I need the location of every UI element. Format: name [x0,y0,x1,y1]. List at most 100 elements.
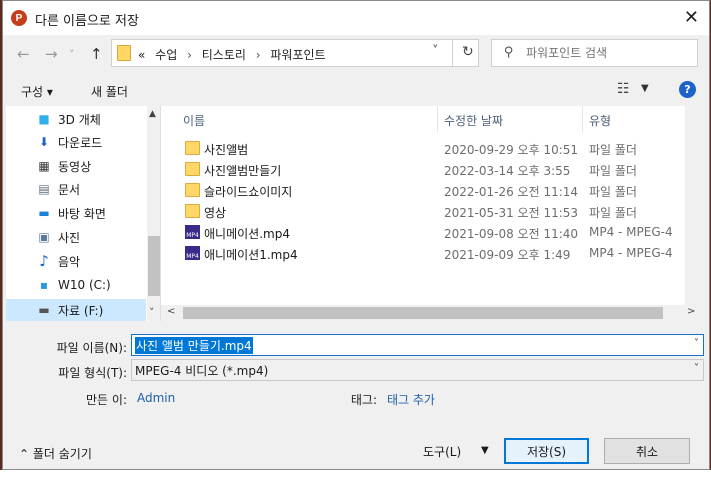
desktop-icon: ▬ [38,206,50,220]
sidebar-item-desktop[interactable]: ▬ 바탕 화면 [6,202,146,224]
scroll-up-icon[interactable]: ▲ [149,109,156,119]
sidebar-item-drive-f[interactable]: ▬ 자료 (F:) [6,299,146,321]
drive-icon: ▬ [38,303,50,317]
scroll-left-icon[interactable]: < [167,306,175,317]
sidebar-item-label: 바탕 화면 [58,206,106,221]
column-header-name[interactable]: 이름 [183,112,205,129]
scroll-down-icon[interactable]: ˅ [149,306,155,319]
background-window-strip [0,470,711,478]
sidebar-item-downloads[interactable]: ⬇ 다운로드 [6,131,146,153]
divider [452,40,453,66]
filename-field[interactable]: 사진 앨범 만들기.mp4 ˅ [131,334,704,356]
file-type: MP4 - MPEG-4 [589,225,673,239]
tools-button[interactable]: 도구(L) [423,443,461,460]
breadcrumb-item[interactable]: 티스토리 [202,48,246,62]
filename-value[interactable]: 사진 앨범 만들기.mp4 [135,337,253,354]
table-row[interactable]: 슬라이드쇼이미지 2022-01-26 오전 11:14 파일 폴더 [161,180,700,201]
column-divider[interactable] [582,106,583,132]
sidebar-item-documents[interactable]: ▤ 문서 [6,178,146,200]
file-name: 사진앨범 [204,143,249,157]
sidebar-item-label: W10 (C:) [58,278,111,292]
recent-locations-chevron-icon[interactable]: ˅ [69,48,75,61]
organize-button[interactable]: 구성 ▾ [21,83,53,100]
search-input[interactable] [526,44,691,62]
cancel-button[interactable]: 취소 [604,438,690,464]
table-row[interactable]: 영상 2021-05-31 오전 11:53 파일 폴더 [161,201,700,222]
address-bar[interactable]: « 수업 › 티스토리 › 파워포인트 ˅ ↻ [111,39,479,67]
author-label: 만든 이: [86,393,127,407]
breadcrumb-separator-icon[interactable]: › [256,48,261,62]
author-value[interactable]: Admin [137,391,175,405]
music-icon: ♪ [39,252,49,270]
table-row[interactable]: 사진앨범 2020-09-29 오후 10:51 파일 폴더 [161,138,700,159]
download-icon: ⬇ [38,135,50,149]
file-name: 슬라이드쇼이미지 [204,185,293,199]
view-dropdown-icon[interactable]: ▼ [641,83,649,94]
breadcrumb-item[interactable]: 수업 [155,48,177,62]
file-type: MP4 - MPEG-4 [589,246,673,260]
sidebar-item-label: 3D 개체 [58,112,101,127]
scrollbar-thumb[interactable] [148,236,160,296]
column-header-type[interactable]: 유형 [589,112,611,129]
sidebar-item-pictures[interactable]: ▣ 사진 [6,226,146,248]
table-row[interactable]: 사진앨범만들기 2022-03-14 오후 3:55 파일 폴더 [161,159,700,180]
add-tags-link[interactable]: 태그 추가 [387,391,435,408]
file-date: 2021-09-08 오전 11:40 [444,227,579,241]
sidebar-item-label: 자료 (F:) [58,303,104,318]
sidebar-item-music[interactable]: ♪ 음악 [6,250,146,272]
navigation-pane: ■ 3D 개체 ⬇ 다운로드 ▦ 동영상 ▤ 문서 ▬ 바탕 화면 ▣ 사진 ♪… [6,106,161,321]
scroll-right-icon[interactable]: > [687,306,695,317]
sidebar-scrollbar[interactable]: ▲ ˅ [147,106,160,321]
sidebar-item-label: 다운로드 [58,135,103,150]
tools-dropdown-icon[interactable]: ▼ [481,445,489,456]
chevron-down-icon[interactable]: ˅ [694,363,699,374]
file-list-horizontal-scrollbar[interactable]: < > [161,305,700,321]
refresh-icon[interactable]: ↻ [462,44,474,60]
chevron-down-icon[interactable]: ˅ [432,44,439,59]
scrollbar-thumb[interactable] [183,307,663,319]
video-file-icon: MP4 [185,246,200,260]
breadcrumb-overflow[interactable]: « [138,48,145,62]
help-icon[interactable]: ? [679,81,696,98]
back-arrow-icon[interactable]: ← [17,45,30,63]
breadcrumb-separator-icon[interactable]: › [187,48,192,62]
filename-label: 파일 이름(N): [56,341,127,355]
file-list-vertical-scrollbar[interactable] [685,106,700,305]
sidebar-item-videos[interactable]: ▦ 동영상 [6,155,146,177]
sort-ascending-icon: ˄ [303,106,308,114]
sidebar-item-label: 사진 [58,230,81,245]
file-name: 애니메이션1.mp4 [204,248,298,262]
file-date: 2021-09-09 오후 1:49 [444,248,571,262]
sidebar-item-3d-objects[interactable]: ■ 3D 개체 [6,108,146,130]
column-header-date[interactable]: 수정한 날짜 [444,112,503,129]
folder-icon [117,45,131,61]
close-icon[interactable]: ✕ [684,7,699,28]
chevron-down-icon[interactable]: ˅ [694,338,699,349]
save-button[interactable]: 저장(S) [504,438,589,464]
column-divider[interactable] [437,106,438,132]
file-name: 애니메이션.mp4 [204,227,290,241]
new-folder-button[interactable]: 새 폴더 [91,83,128,100]
folder-icon [185,141,200,155]
search-box[interactable]: ⚲ [491,39,698,67]
document-icon: ▤ [38,182,50,196]
hide-folders-toggle[interactable]: ⌃ 폴더 숨기기 [19,445,92,462]
breadcrumb: « 수업 › 티스토리 › 파워포인트 [138,46,326,63]
breadcrumb-item[interactable]: 파워포인트 [270,48,325,62]
file-type: 파일 폴더 [589,164,637,178]
filetype-select[interactable]: MPEG-4 비디오 (*.mp4) ˅ [131,359,704,381]
up-arrow-icon[interactable]: ↑ [90,45,103,63]
search-icon: ⚲ [504,45,514,60]
file-date: 2022-03-14 오후 3:55 [444,164,571,178]
filetype-label: 파일 형식(T): [58,366,127,380]
windows-drive-icon: ▪ [39,278,49,292]
table-row[interactable]: MP4 애니메이션1.mp4 2021-09-09 오후 1:49 MP4 - … [161,243,700,264]
forward-arrow-icon[interactable]: → [45,45,58,63]
table-row[interactable]: MP4 애니메이션.mp4 2021-09-08 오전 11:40 MP4 - … [161,222,700,243]
sidebar-item-drive-c[interactable]: ▪ W10 (C:) [6,274,146,296]
filetype-value: MPEG-4 비디오 (*.mp4) [135,364,269,378]
view-options-icon[interactable]: ☷ [617,81,630,97]
tags-label: 태그: [350,393,377,407]
file-type: 파일 폴더 [589,185,637,199]
save-as-dialog: P 다른 이름으로 저장 ✕ ← → ˅ ↑ « 수업 › 티스토리 › 파워포… [2,0,710,470]
